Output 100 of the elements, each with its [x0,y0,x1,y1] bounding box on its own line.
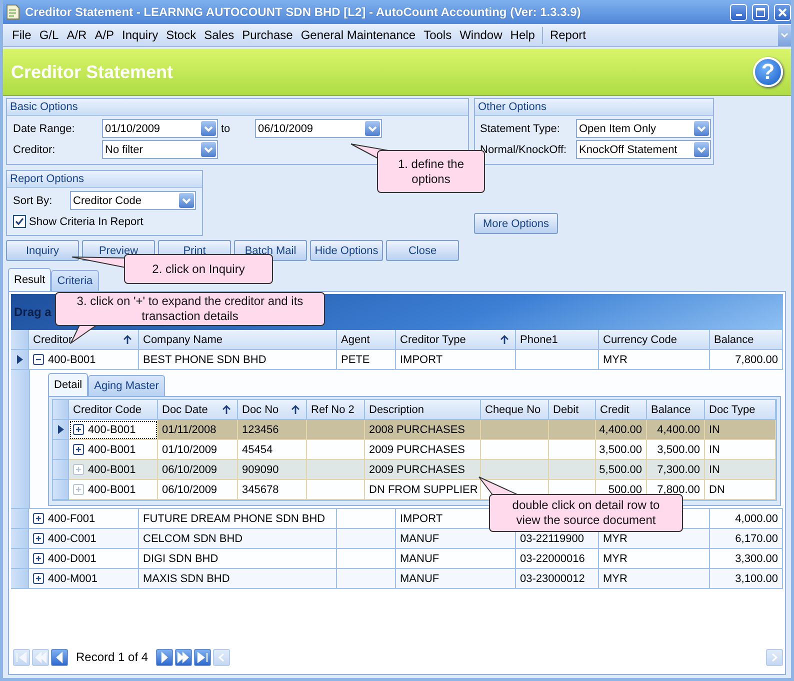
column-header[interactable]: Balance [647,400,705,420]
column-header[interactable]: Debit [549,400,596,420]
column-header[interactable]: Description [365,400,481,420]
table-cell: 400-B001 [88,424,136,436]
menu-item[interactable]: Inquiry [118,28,162,42]
chevron-down-icon [201,142,216,157]
table-cell: 400-C001 [48,532,96,544]
collapse-button[interactable] [33,354,44,365]
maximize-icon [756,8,765,16]
column-header[interactable]: Agent [337,330,396,350]
expand-button[interactable] [33,513,44,524]
menu-item[interactable]: Sales [200,28,238,42]
column-header[interactable]: Cheque No [481,400,549,420]
expand-button[interactable] [33,573,44,584]
dropdown[interactable]: Creditor Code [70,191,196,210]
menu-item[interactable]: Report [546,28,590,42]
table-cell: 06/10/2009 [158,480,238,500]
menu-item[interactable]: General Maintenance [296,28,420,42]
callout-tooltip: 1. define the options [377,150,485,193]
tab[interactable]: Criteria [51,270,99,291]
expand-button[interactable] [33,553,44,564]
column-header[interactable]: Creditor Type [396,330,516,350]
column-header[interactable]: Doc Type [705,400,776,420]
chevron-down-icon [365,121,380,136]
minimize-button[interactable] [730,4,747,20]
dropdown[interactable]: 06/10/2009 [255,119,382,138]
row-pointer-icon [58,425,64,434]
menu-item[interactable]: G/L [35,28,63,42]
column-header[interactable]: Company Name [139,330,337,350]
menu-overflow-button[interactable] [778,24,791,46]
page-title: Creditor Statement [11,62,174,82]
chevron-down-icon [694,121,709,136]
skip-icon [15,650,28,664]
table-cell: MANUF [396,569,516,589]
navigator-button[interactable] [175,648,192,666]
menu-item[interactable]: Purchase [238,28,297,42]
expand-button[interactable] [73,444,84,455]
window-title: Creditor Statement - LEARNNG AUTOCOUNT SDN BHD [L2] - AutoCount Accounting (Ver: 1.3.3.9) [25,5,582,19]
table-cell: 400-B001 [88,444,136,456]
column-header[interactable]: Phone1 [516,330,599,350]
group-panel-hint: Drag a [14,305,52,319]
checkbox-label: Show Criteria In Report [29,216,144,228]
menu-item[interactable]: A/P [90,28,118,42]
table-cell: DN FROM SUPPLIER [365,480,481,500]
table-cell: MAXIS SDN BHD [139,569,337,589]
table-cell: 400-B001 [88,484,136,496]
column-header[interactable]: Balance [710,330,783,350]
column-header[interactable]: Credit [596,400,647,420]
expand-button[interactable] [33,533,44,544]
expand-button[interactable] [73,424,84,435]
table-cell: 400-M001 [48,572,98,584]
minimize-icon [736,14,742,16]
action-button[interactable]: Close [386,240,459,261]
tab[interactable]: Aging Master [88,375,165,396]
column-header[interactable]: Creditor [29,330,139,350]
field-label: Statement Type: [480,122,561,134]
maximize-button[interactable] [752,4,769,20]
column-header[interactable]: Currency Code [599,330,710,350]
menu-item[interactable]: A/R [62,28,91,42]
navigator-button[interactable] [194,648,212,666]
menu-item[interactable]: File [8,28,36,42]
tab[interactable]: Detail [48,373,88,396]
table-cell: MYR [599,569,710,589]
action-button[interactable]: Inquiry [6,240,79,261]
menu-item[interactable]: Help [506,28,539,42]
table-cell: 400-B001 [48,354,96,366]
menu-item[interactable]: Tools [420,28,456,42]
chevron-left-icon [218,652,226,662]
field-label: Date Range: [13,122,76,134]
column-header[interactable]: Creditor Code [69,400,158,420]
column-header[interactable]: Doc No [238,400,307,420]
table-cell [337,569,396,589]
action-button[interactable]: Hide Options [310,240,383,261]
dropdown[interactable]: 01/10/2009 [102,119,218,138]
row-pointer-icon [16,355,22,364]
sort-arrow-icon [291,404,300,414]
menu-item[interactable]: Stock [162,28,200,42]
navigator-button[interactable] [51,648,68,666]
panel-title: Other Options [475,99,713,116]
table-cell: DN [705,480,776,500]
dropdown[interactable]: KnockOff Statement [576,140,711,159]
header-corner [11,330,29,350]
checkbox[interactable] [13,215,26,228]
table-cell [307,480,365,500]
column-header[interactable]: Doc Date [158,400,238,420]
record-counter: Record 1 of 4 [75,650,150,664]
row-selector[interactable] [53,420,69,440]
field-label: Creditor: [13,144,56,156]
dropdown[interactable]: No filter [102,140,218,159]
skip-icon [196,650,210,664]
dropdown[interactable]: Open Item Only [576,119,711,138]
close-button[interactable] [774,4,791,20]
menu-item[interactable]: Window [456,28,506,42]
tab[interactable]: Result [8,268,52,291]
navigator-button[interactable] [156,648,174,666]
row-selector[interactable] [11,350,29,370]
sort-arrow-icon [222,404,231,414]
more-options-button[interactable]: More Options [474,213,558,234]
table-cell: 345678 [238,480,307,500]
column-header[interactable]: Ref No 2 [307,400,365,420]
